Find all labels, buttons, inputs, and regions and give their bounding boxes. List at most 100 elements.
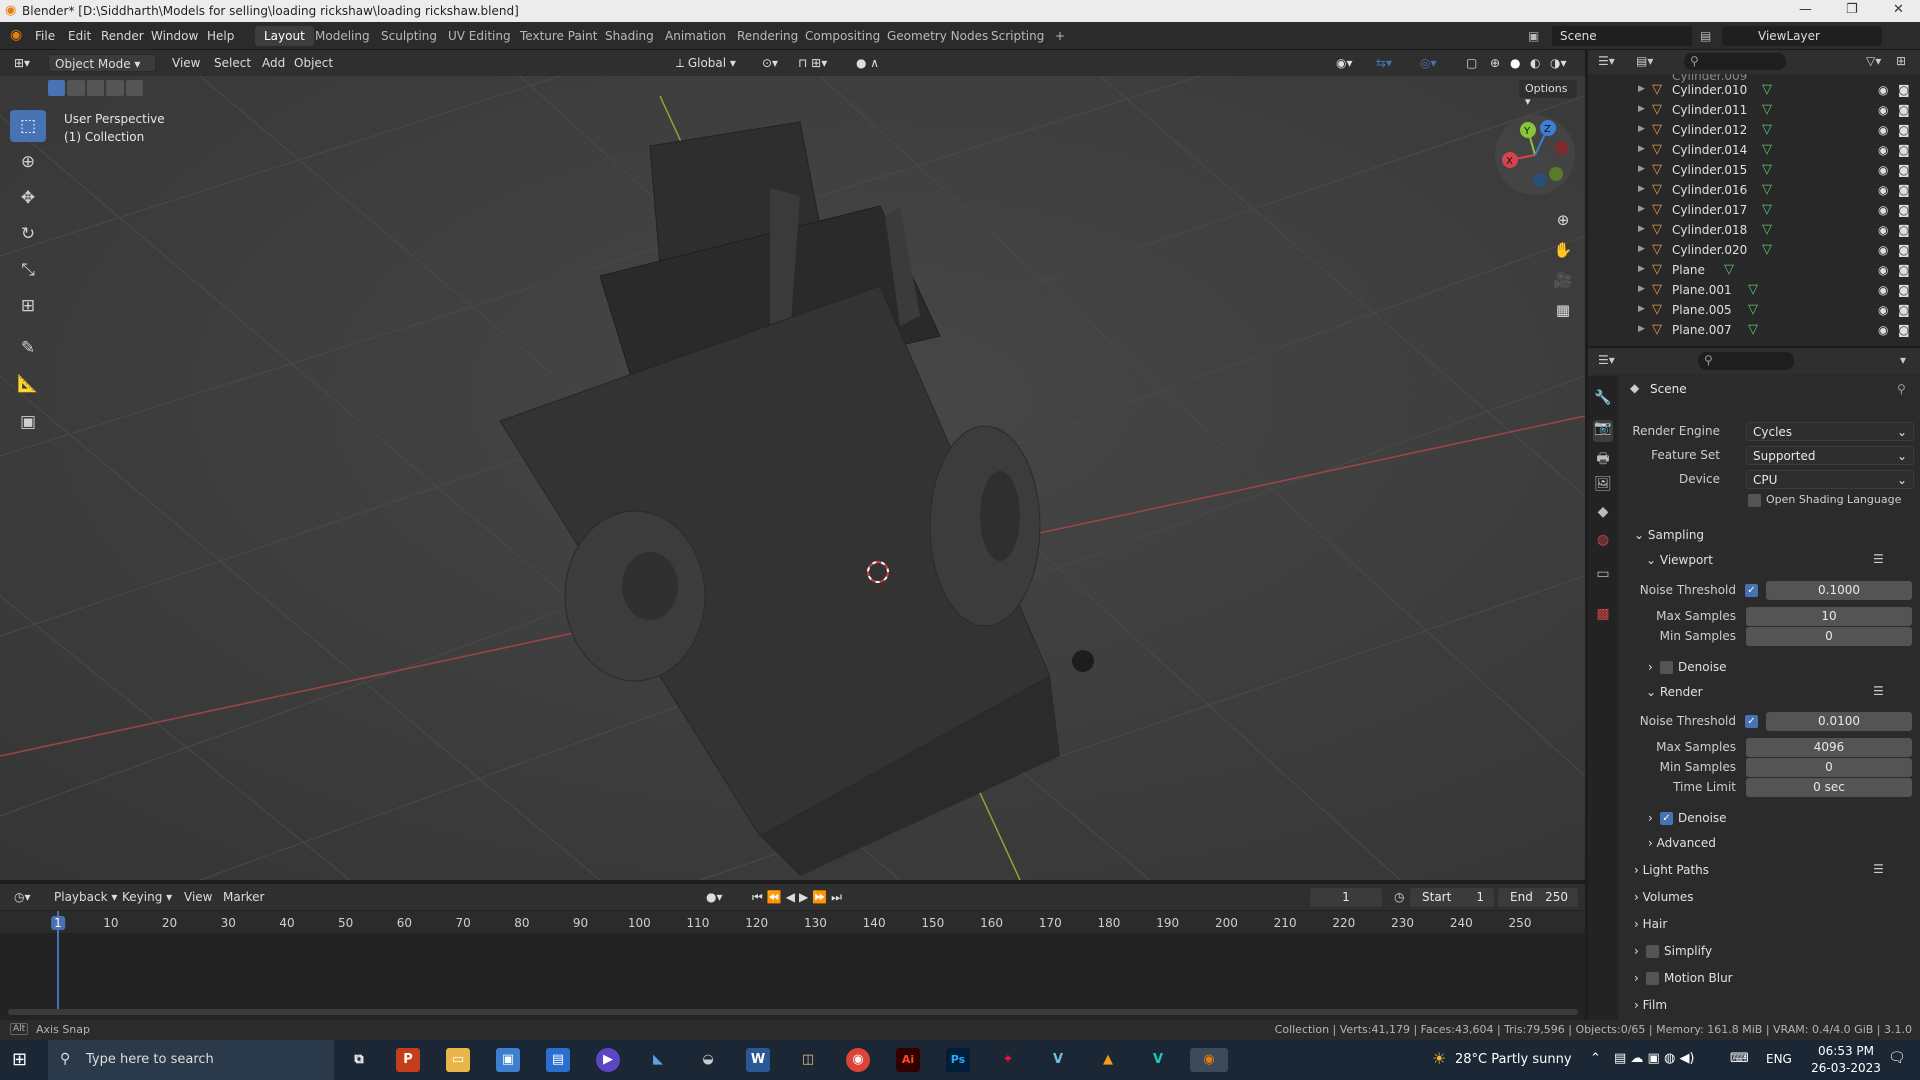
- expand-icon[interactable]: ▶: [1638, 304, 1645, 314]
- measure-tool-icon[interactable]: 📐: [10, 368, 46, 400]
- simplify-checkbox[interactable]: [1646, 945, 1659, 958]
- preview-range-icon[interactable]: ◷: [1388, 888, 1410, 906]
- tool-tab-icon[interactable]: 🔧: [1593, 390, 1613, 412]
- render-subsection-header[interactable]: ⌄ Render: [1646, 685, 1703, 699]
- select-new-icon[interactable]: [48, 80, 66, 96]
- current-frame-field[interactable]: 1: [1310, 888, 1382, 907]
- tab-modeling[interactable]: Modeling: [306, 26, 379, 46]
- r-noise-field[interactable]: 0.0100: [1766, 712, 1912, 731]
- display-mode-icon[interactable]: ▤▾: [1636, 54, 1653, 68]
- eye-icon[interactable]: ◉: [1878, 163, 1888, 177]
- add-menu[interactable]: Add: [256, 54, 291, 72]
- r-max-field[interactable]: 4096: [1746, 738, 1912, 757]
- app-icon[interactable]: ◣: [646, 1048, 670, 1072]
- playback-menu[interactable]: Playback ▾: [48, 888, 123, 906]
- rotate-tool-icon[interactable]: ↻: [10, 218, 46, 250]
- snap-icon[interactable]: ⊓ ⊞▾: [792, 54, 833, 72]
- tray-icons[interactable]: ▤ ☁ ▣ ◍ ◀): [1614, 1051, 1695, 1066]
- outliner-row[interactable]: ▶ ▽ Cylinder.018 ▽ ◉ ◙: [1588, 220, 1920, 240]
- close-icon[interactable]: ✕: [1893, 2, 1904, 17]
- shading-rendered-icon[interactable]: ◑▾: [1544, 54, 1573, 72]
- new-collection-icon[interactable]: ⊞: [1896, 54, 1906, 68]
- 3d-viewport[interactable]: User Perspective (1) Collection Options …: [0, 76, 1585, 880]
- camera-view-icon[interactable]: 🎥: [1549, 266, 1577, 294]
- blender-menu-icon[interactable]: ◉: [10, 27, 22, 43]
- preset-list-icon[interactable]: ☰: [1873, 552, 1884, 566]
- scale-tool-icon[interactable]: ⤡: [10, 254, 46, 286]
- language-indicator[interactable]: ENG: [1766, 1052, 1792, 1066]
- keying-menu[interactable]: Keying ▾: [116, 888, 178, 906]
- blender-taskbar-icon[interactable]: ◉: [1190, 1048, 1228, 1072]
- eye-icon[interactable]: ◉: [1878, 143, 1888, 157]
- photos-icon[interactable]: ▣: [496, 1048, 520, 1072]
- outliner-row[interactable]: ▶ ▽ Plane.001 ▽ ◉ ◙: [1588, 280, 1920, 300]
- add-workspace-button[interactable]: +: [1046, 26, 1074, 46]
- simplify-section-header[interactable]: ›: [1634, 944, 1639, 958]
- expand-icon[interactable]: ▶: [1638, 284, 1645, 294]
- outliner-row[interactable]: ▶ ▽ Cylinder.012 ▽ ◉ ◙: [1588, 120, 1920, 140]
- outliner-row[interactable]: ▶ ▽ Cylinder.016 ▽ ◉ ◙: [1588, 180, 1920, 200]
- end-frame-field[interactable]: End 250: [1498, 888, 1578, 907]
- r-denoise-header[interactable]: ›: [1648, 811, 1653, 825]
- render-engine-dropdown[interactable]: Cycles ⌄: [1746, 422, 1914, 441]
- zoom-icon[interactable]: ⊕: [1549, 206, 1577, 234]
- tab-compositing[interactable]: Compositing: [796, 26, 889, 46]
- menu-file[interactable]: File: [35, 29, 55, 43]
- vp-min-field[interactable]: 0: [1746, 627, 1912, 646]
- render-camera-icon[interactable]: ◙: [1898, 263, 1910, 277]
- tab-uv-editing[interactable]: UV Editing: [439, 26, 520, 46]
- app-icon[interactable]: ✦: [996, 1048, 1020, 1072]
- minimize-icon[interactable]: —: [1799, 2, 1812, 17]
- tab-scripting[interactable]: Scripting: [982, 26, 1053, 46]
- osl-checkbox[interactable]: [1748, 494, 1761, 507]
- app-icon[interactable]: V: [1046, 1048, 1070, 1072]
- properties-search-input[interactable]: ⚲: [1698, 352, 1794, 370]
- orientation-selector[interactable]: ⟂ Global ▾: [670, 54, 742, 72]
- light-paths-section-header[interactable]: › Light Paths: [1634, 863, 1709, 877]
- pivot-icon[interactable]: ⊙▾: [756, 54, 784, 72]
- task-view-icon[interactable]: ⧉: [347, 1048, 371, 1072]
- menu-render[interactable]: Render: [101, 29, 144, 43]
- world-tab-icon[interactable]: ◍: [1593, 532, 1613, 554]
- notification-icon[interactable]: 🗨: [1888, 1050, 1906, 1066]
- render-camera-icon[interactable]: ◙: [1898, 103, 1910, 117]
- outliner-row[interactable]: ▶ ▽ Cylinder.020 ▽ ◉ ◙: [1588, 240, 1920, 260]
- render-camera-icon[interactable]: ◙: [1898, 243, 1910, 257]
- expand-icon[interactable]: ▶: [1638, 224, 1645, 234]
- marker-menu[interactable]: Marker: [217, 888, 270, 906]
- media-icon[interactable]: ▶: [596, 1048, 620, 1072]
- vp-denoise-checkbox[interactable]: [1660, 661, 1673, 674]
- time-limit-field[interactable]: 0 sec: [1746, 778, 1912, 797]
- expand-icon[interactable]: ▶: [1638, 324, 1645, 334]
- vlc-icon[interactable]: ▲: [1096, 1048, 1120, 1072]
- properties-options-icon[interactable]: ▾: [1900, 353, 1906, 367]
- view-layer-tab-icon[interactable]: 🖼: [1593, 476, 1613, 498]
- render-tab-icon[interactable]: 📷: [1593, 420, 1613, 442]
- windows-start-icon[interactable]: ⊞: [12, 1049, 27, 1070]
- sampling-section-header[interactable]: ⌄ Sampling: [1634, 528, 1704, 542]
- expand-icon[interactable]: ▶: [1638, 184, 1645, 194]
- eye-icon[interactable]: ◉: [1878, 243, 1888, 257]
- outliner-search-input[interactable]: ⚲: [1684, 53, 1786, 70]
- start-frame-field[interactable]: Start 1: [1410, 888, 1494, 907]
- keyboard-icon[interactable]: ⌨: [1730, 1051, 1749, 1066]
- r-min-field[interactable]: 0: [1746, 758, 1912, 777]
- vp-denoise-header[interactable]: ›: [1648, 660, 1653, 674]
- outliner-row[interactable]: ▶ ▽ Plane.007 ▽ ◉ ◙: [1588, 320, 1920, 340]
- vp-noise-field[interactable]: 0.1000: [1766, 581, 1912, 600]
- viewport-subsection-header[interactable]: ⌄ Viewport: [1646, 553, 1713, 567]
- chrome-icon[interactable]: ◉: [846, 1048, 870, 1072]
- timeline-view-menu[interactable]: View: [178, 888, 218, 906]
- eye-icon[interactable]: ◉: [1878, 263, 1888, 277]
- eye-icon[interactable]: ◉: [1878, 183, 1888, 197]
- cursor-tool-icon[interactable]: ⊕: [10, 146, 46, 178]
- tab-sculpting[interactable]: Sculpting: [372, 26, 446, 46]
- xray-icon[interactable]: ▢: [1460, 54, 1483, 72]
- preset-list-icon[interactable]: ☰: [1873, 684, 1884, 698]
- view-menu[interactable]: View: [166, 54, 206, 72]
- render-camera-icon[interactable]: ◙: [1898, 83, 1910, 97]
- render-camera-icon[interactable]: ◙: [1898, 123, 1910, 137]
- r-denoise-checkbox[interactable]: ✓: [1660, 812, 1673, 825]
- file-explorer-icon[interactable]: ▭: [446, 1048, 470, 1072]
- timeline-editor-icon[interactable]: ◷▾: [8, 888, 37, 906]
